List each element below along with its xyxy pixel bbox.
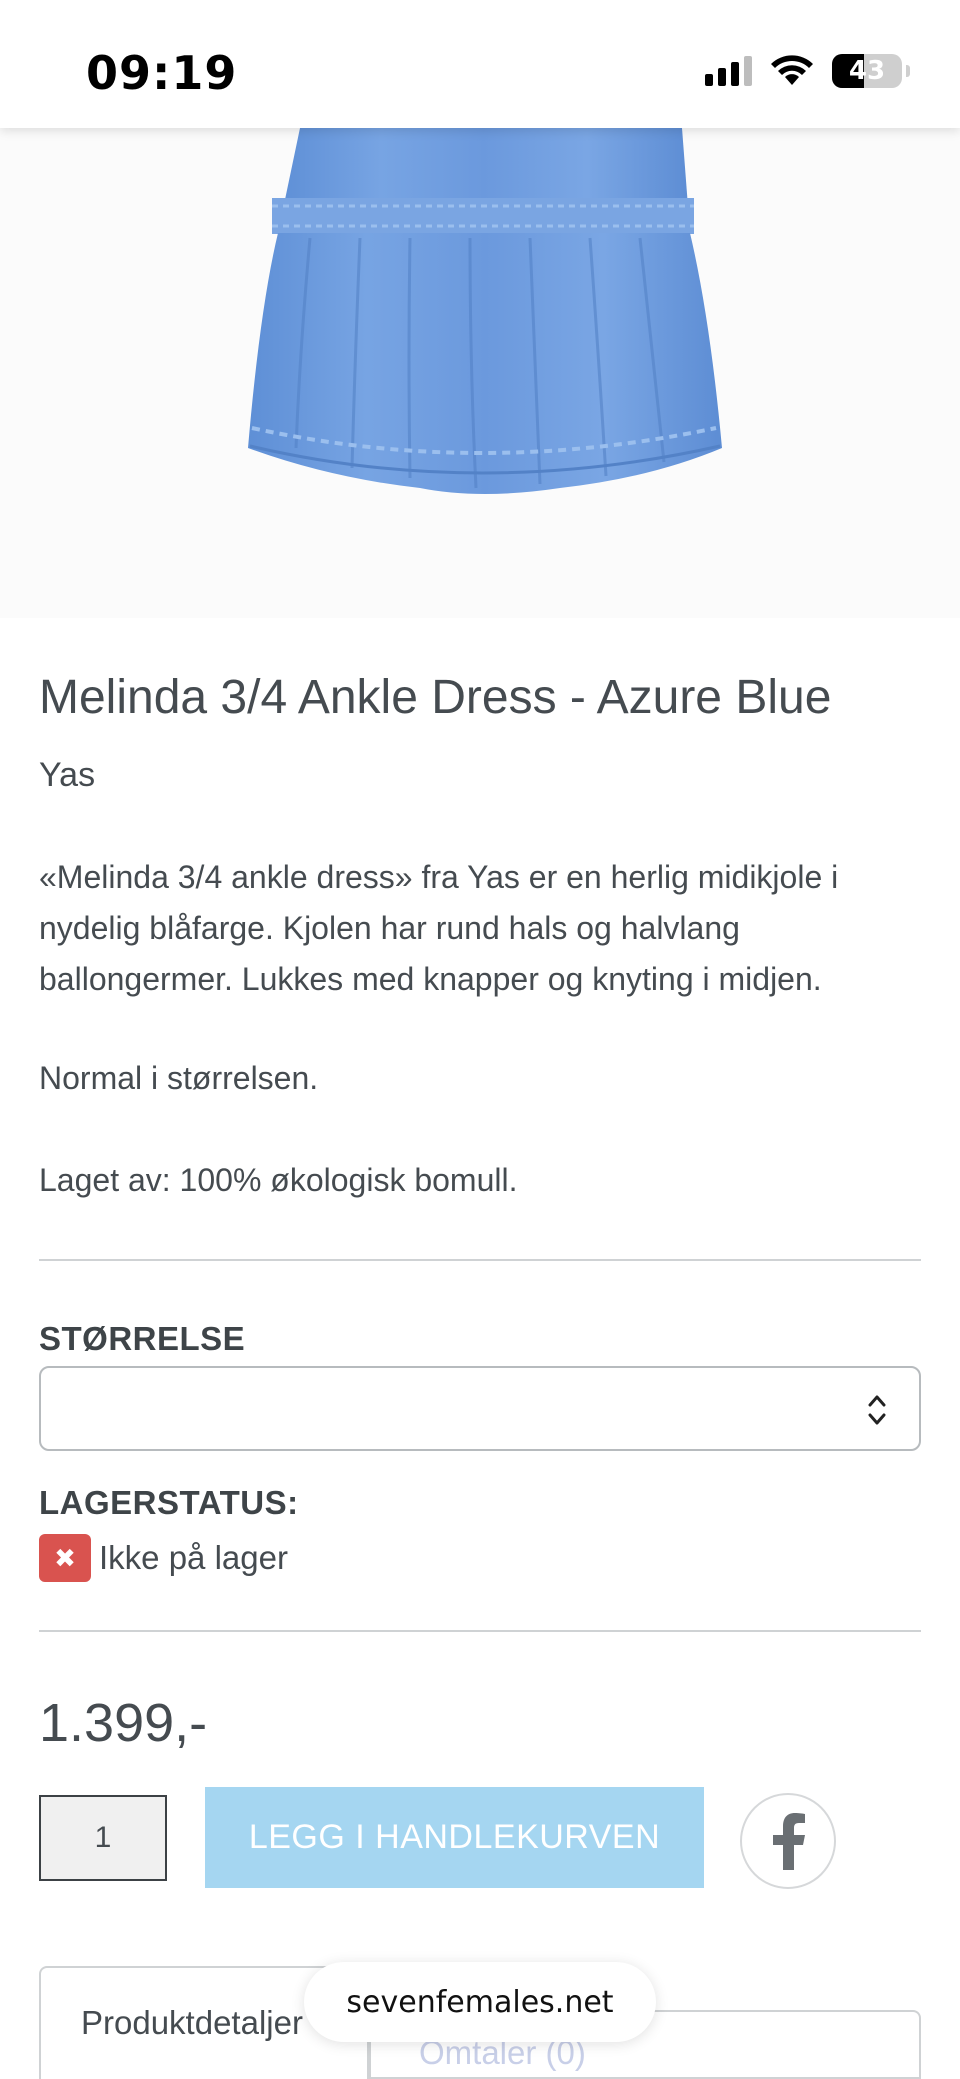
status-icons: 43 — [705, 54, 910, 88]
dress-image — [248, 128, 722, 494]
product-price: 1.399,- — [39, 1693, 208, 1753]
cellular-signal-icon — [705, 56, 752, 86]
stock-label: LAGERSTATUS: — [39, 1484, 299, 1521]
divider — [39, 1630, 921, 1632]
product-description: «Melinda 3/4 ankle dress» fra Yas er en … — [39, 852, 929, 1005]
browser-url-bar[interactable]: sevenfemales.net — [304, 1962, 656, 2042]
size-select[interactable] — [39, 1366, 921, 1451]
product-brand[interactable]: Yas — [39, 756, 95, 795]
description-text: «Melinda 3/4 ankle dress» fra Yas er en … — [39, 859, 839, 997]
facebook-share-button[interactable] — [740, 1793, 836, 1889]
product-image[interactable] — [0, 128, 960, 618]
product-title: Melinda 3/4 Ankle Dress - Azure Blue — [39, 671, 832, 724]
status-bar: 09:19 43 — [0, 0, 960, 128]
material-note: Laget av: 100% økologisk bomull. — [39, 1162, 518, 1198]
fit-note: Normal i størrelsen. — [39, 1060, 319, 1096]
out-of-stock-icon: ✖ — [39, 1534, 91, 1582]
add-to-cart-button[interactable]: LEGG I HANDLEKURVEN — [205, 1787, 704, 1888]
tab-product-details-label: Produktdetaljer — [81, 2004, 303, 2041]
stock-status-text: Ikke på lager — [99, 1539, 288, 1576]
chevron-updown-icon — [868, 1395, 886, 1425]
quantity-input[interactable]: 1 — [39, 1795, 167, 1881]
status-time: 09:19 — [86, 46, 238, 100]
stock-status: ✖ Ikke på lager — [39, 1534, 288, 1582]
wifi-icon — [771, 55, 813, 85]
divider — [39, 1259, 921, 1261]
battery-nub — [906, 65, 910, 77]
battery-icon: 43 — [832, 54, 902, 88]
battery-level: 43 — [848, 56, 886, 86]
size-label: STØRRELSE — [39, 1320, 246, 1357]
facebook-icon — [773, 1813, 805, 1870]
